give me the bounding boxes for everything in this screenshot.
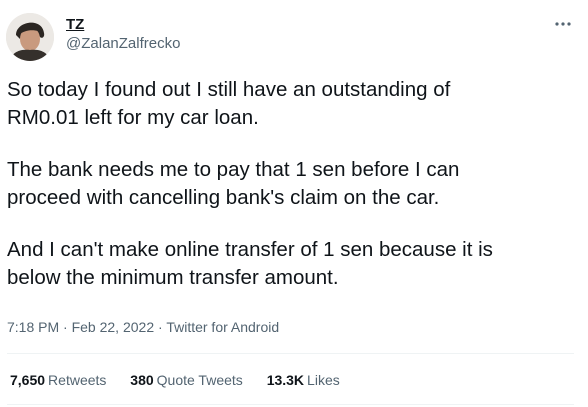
quote-tweets-stat[interactable]: 380 Quote Tweets <box>130 371 243 389</box>
tweet-paragraph: And I can't make online transfer of 1 se… <box>7 238 493 289</box>
more-options-button[interactable] <box>552 16 574 32</box>
user-handle[interactable]: @ZalanZalfrecko <box>66 34 180 54</box>
tweet-stats: 7,650 Retweets 380 Quote Tweets 13.3K Likes <box>10 371 360 389</box>
tweet-text: So today I found out I still have an out… <box>7 76 577 316</box>
tweet: TZ @ZalanZalfrecko So today I found out … <box>0 0 588 407</box>
avatar[interactable] <box>6 13 54 61</box>
retweets-count: 7,650 <box>10 372 46 388</box>
tweet-source[interactable]: Twitter for Android <box>166 319 279 335</box>
author-info: TZ @ZalanZalfrecko <box>66 16 180 54</box>
tweet-paragraph: So today I found out I still have an out… <box>7 78 451 129</box>
retweets-stat[interactable]: 7,650 Retweets <box>10 371 106 389</box>
meta-separator: · <box>63 319 68 335</box>
more-horizontal-icon <box>555 22 571 26</box>
display-name[interactable]: TZ <box>66 16 180 34</box>
likes-label: Likes <box>307 372 340 388</box>
avatar-image <box>6 13 54 61</box>
tweet-meta: 7:18 PM · Feb 22, 2022 · Twitter for And… <box>7 318 279 336</box>
likes-count: 13.3K <box>266 372 305 388</box>
tweet-date[interactable]: Feb 22, 2022 <box>72 319 155 335</box>
likes-stat[interactable]: 13.3K Likes <box>267 371 340 389</box>
retweets-label: Retweets <box>48 372 107 388</box>
tweet-paragraph: The bank needs me to pay that 1 sen befo… <box>7 158 460 209</box>
quote-tweets-label: Quote Tweets <box>156 372 243 388</box>
divider <box>7 404 574 405</box>
quote-tweets-count: 380 <box>130 372 154 388</box>
meta-separator: · <box>158 319 163 335</box>
divider <box>7 353 574 354</box>
tweet-time[interactable]: 7:18 PM <box>7 319 59 335</box>
